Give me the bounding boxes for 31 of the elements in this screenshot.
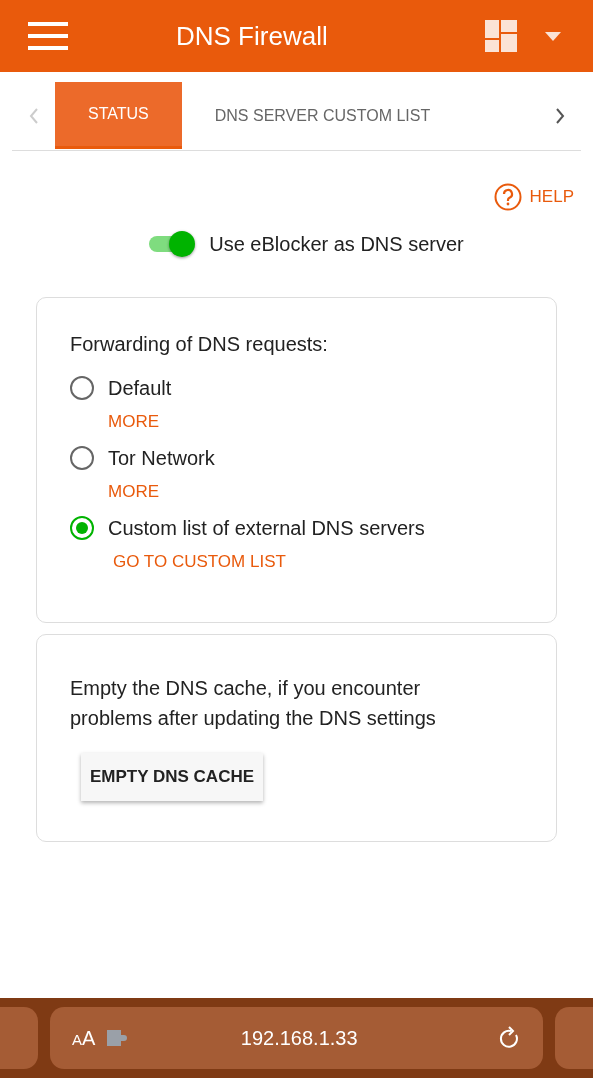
help-link[interactable]: HELP	[493, 183, 574, 211]
toggle-label: Use eBlocker as DNS server	[209, 232, 464, 256]
radio-button[interactable]	[70, 376, 94, 400]
chevron-left-icon[interactable]	[28, 108, 39, 124]
reload-icon[interactable]	[499, 1026, 521, 1050]
address-bar[interactable]: AA 192.168.1.33	[50, 1007, 543, 1069]
dashboard-icon[interactable]	[485, 20, 517, 52]
menu-icon[interactable]	[28, 22, 68, 50]
help-icon	[493, 183, 522, 211]
tab-preview[interactable]	[555, 1007, 593, 1069]
tab-preview[interactable]	[0, 1007, 38, 1069]
tab[interactable]: STATUS	[55, 82, 182, 149]
puzzle-icon[interactable]	[107, 1030, 128, 1046]
dropdown-caret-icon[interactable]	[545, 31, 561, 41]
option-link[interactable]: GO TO CUSTOM LIST	[113, 552, 286, 572]
section-title: Forwarding of DNS requests:	[70, 333, 329, 356]
page-title: DNS Firewall	[176, 20, 329, 52]
chevron-right-icon[interactable]	[554, 108, 565, 124]
option-label: Tor Network	[108, 446, 215, 470]
option-label: Custom list of external DNS servers	[108, 516, 425, 540]
option-label: Default	[108, 376, 172, 400]
toggle-switch[interactable]	[149, 231, 196, 257]
cache-description: Empty the DNS cache, if you encounter problems after updating the DNS settings	[70, 676, 437, 731]
text-size-button[interactable]: AA	[72, 1026, 96, 1050]
option-link[interactable]: MORE	[108, 482, 159, 502]
option-link[interactable]: MORE	[108, 412, 159, 432]
tab[interactable]: DNS SERVER CUSTOM LIST	[181, 82, 464, 149]
empty-cache-button[interactable]: EMPTY DNS CACHE	[81, 753, 264, 801]
radio-button[interactable]	[70, 446, 94, 470]
radio-button[interactable]	[70, 516, 94, 540]
url-text: 192.168.1.33	[239, 1026, 359, 1050]
